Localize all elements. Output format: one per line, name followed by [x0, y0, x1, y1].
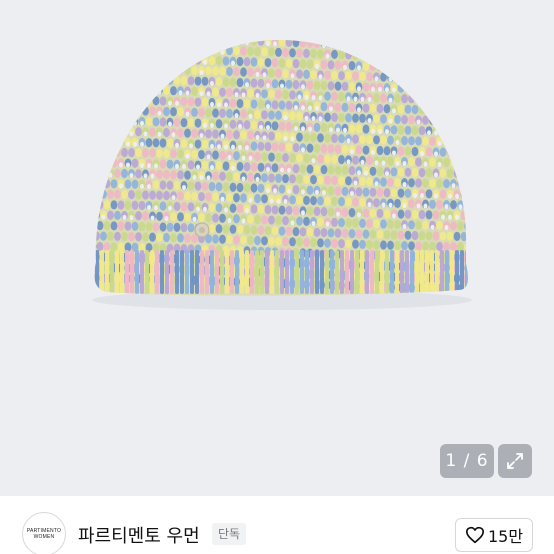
- expand-button[interactable]: [498, 444, 532, 478]
- exclusive-badge: 단독: [212, 523, 247, 545]
- expand-arrows-icon: [507, 453, 523, 469]
- image-counter: 1 / 6: [440, 444, 494, 478]
- product-image[interactable]: 1 / 6: [0, 0, 554, 496]
- brand-name[interactable]: 파르티멘토 우먼: [78, 522, 200, 548]
- like-button[interactable]: 15만: [455, 518, 533, 552]
- product-screen: 1 / 6 PARTIMENTO WOMEN 파르티멘토 우먼 단독 15만: [0, 0, 554, 554]
- seller-bar: PARTIMENTO WOMEN 파르티멘토 우먼 단독 15만: [0, 496, 554, 554]
- knit-beanie-photo: [0, 0, 554, 496]
- brand-avatar[interactable]: PARTIMENTO WOMEN: [22, 512, 66, 554]
- heart-outline-icon: [465, 526, 484, 544]
- like-count: 15만: [487, 527, 524, 546]
- avatar-text-line2: WOMEN: [33, 534, 55, 540]
